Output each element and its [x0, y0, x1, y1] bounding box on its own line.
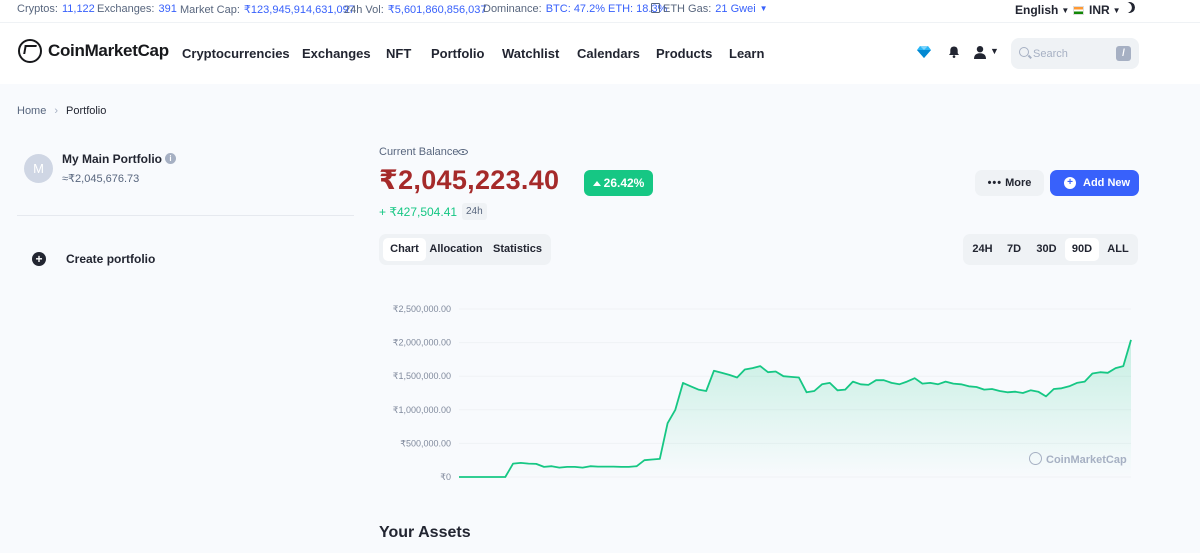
gas-pump-icon	[651, 3, 660, 13]
search-shortcut-key: /	[1116, 46, 1131, 61]
breadcrumb-home[interactable]: Home	[17, 105, 46, 117]
stat-market-cap-label: Market Cap:	[180, 4, 240, 16]
portfolio-avatar: M	[24, 154, 53, 183]
chart-y-tick-label: ₹1,500,000.00	[393, 371, 451, 381]
coinmarketcap-logo[interactable]: CoinMarketCap	[18, 39, 169, 63]
portfolio-total-value: ≈₹2,045,676.73	[62, 173, 140, 185]
chevron-down-icon[interactable]: ▼	[760, 4, 768, 13]
stat-exchanges-label: Exchanges:	[97, 3, 155, 15]
breadcrumb: Home › Portfolio	[17, 105, 106, 117]
chart-watermark: CoinMarketCap	[1029, 452, 1127, 466]
balance-change-value: + ₹427,504.41	[379, 205, 458, 219]
stat-gas-label: ETH Gas:	[663, 3, 712, 15]
plus-icon: +	[1064, 177, 1076, 189]
add-new-label: Add New	[1083, 177, 1131, 189]
nav-products[interactable]: Products	[656, 46, 712, 61]
portfolio-name: My Main Portfolio	[62, 152, 162, 166]
your-assets-heading: Your Assets	[379, 524, 471, 541]
tab-chart[interactable]: Chart	[383, 238, 426, 261]
eye-icon[interactable]	[458, 149, 468, 155]
nav-watchlist[interactable]: Watchlist	[502, 46, 559, 61]
stat-exchanges-value[interactable]: 391	[158, 3, 176, 15]
currency-selector[interactable]: INR ▼	[1073, 3, 1121, 17]
watermark-text: CoinMarketCap	[1046, 454, 1127, 466]
breadcrumb-current: Portfolio	[66, 105, 107, 117]
range-24h[interactable]: 24H	[967, 238, 998, 261]
stat-cryptos: Cryptos: 11,122	[17, 3, 95, 15]
tab-statistics[interactable]: Statistics	[488, 238, 547, 261]
nav-portfolio[interactable]: Portfolio	[431, 46, 484, 61]
stat-volume-value[interactable]: ₹5,601,860,856,037	[388, 4, 487, 16]
user-menu-chevron-icon[interactable]: ▼	[990, 46, 999, 56]
balance-change-percent: 26.42%	[603, 176, 645, 190]
chart-y-tick-label: ₹2,000,000.00	[393, 338, 451, 348]
logo-mark-icon	[18, 39, 42, 63]
india-flag-icon	[1073, 6, 1084, 15]
current-balance-label: Current Balance	[379, 146, 459, 158]
main-header: CoinMarketCap Cryptocurrencies Exchanges…	[0, 23, 1200, 84]
diamond-icon[interactable]	[917, 46, 931, 58]
range-30d[interactable]: 30D	[1030, 238, 1063, 261]
current-balance-value: ₹2,045,223.40	[379, 165, 560, 195]
chart-y-axis: ₹2,500,000.00 ₹2,000,000.00 ₹1,500,000.00 ₹…	[393, 304, 451, 482]
more-button[interactable]: ••• More	[975, 170, 1044, 196]
add-new-button[interactable]: + Add New	[1050, 170, 1139, 196]
view-tabs: Chart Allocation Statistics	[379, 234, 551, 265]
stat-exchanges: Exchanges: 391	[97, 3, 177, 15]
chart-y-tick-label: ₹500,000.00	[400, 438, 451, 448]
search-input[interactable]	[1033, 45, 1113, 62]
nav-nft[interactable]: NFT	[386, 46, 411, 61]
caret-down-icon: ▼	[1061, 6, 1070, 15]
nav-exchanges[interactable]: Exchanges	[302, 46, 371, 61]
stat-volume: 24h Vol: ₹5,601,860,856,037	[344, 3, 487, 16]
chart-y-tick-label: ₹1,000,000.00	[393, 405, 451, 415]
tab-allocation[interactable]: Allocation	[427, 238, 485, 261]
stat-gas: ETH Gas: 21 Gwei ▼	[651, 3, 768, 15]
user-avatar-icon[interactable]	[973, 45, 987, 59]
stat-cryptos-label: Cryptos:	[17, 3, 58, 15]
stat-dominance-label: Dominance:	[483, 3, 542, 15]
sidebar-divider	[17, 215, 354, 216]
info-icon[interactable]: i	[165, 153, 176, 164]
language-label: English	[1015, 3, 1059, 17]
language-selector[interactable]: English ▼	[1015, 3, 1069, 17]
up-arrow-icon	[592, 181, 601, 186]
chevron-right-icon: ›	[54, 105, 59, 117]
watermark-logo-icon	[1029, 452, 1042, 465]
plus-circle-icon: +	[32, 252, 46, 266]
chart-y-tick-label: ₹0	[440, 472, 451, 482]
range-90d[interactable]: 90D	[1065, 238, 1099, 261]
search-icon	[1019, 47, 1029, 57]
nav-learn[interactable]: Learn	[729, 46, 764, 61]
stat-market-cap: Market Cap: ₹123,945,914,631,097	[180, 3, 355, 16]
portfolio-value-chart[interactable]: ₹2,500,000.00 ₹2,000,000.00 ₹1,500,000.00 ₹…	[379, 293, 1139, 483]
logo-text: CoinMarketCap	[48, 41, 169, 60]
stat-dominance: Dominance: BTC: 47.2% ETH: 18.3%	[483, 3, 667, 15]
stat-gas-value[interactable]: 21 Gwei	[715, 3, 755, 15]
stat-cryptos-value[interactable]: 11,122	[62, 3, 95, 15]
notification-bell-icon[interactable]	[948, 46, 960, 58]
search-box[interactable]: /	[1011, 38, 1139, 69]
dark-mode-moon-icon[interactable]	[1122, 0, 1136, 14]
ellipsis-icon: •••	[987, 177, 1003, 189]
more-button-label: More	[1005, 177, 1032, 189]
stat-volume-label: 24h Vol:	[344, 4, 384, 16]
range-all[interactable]: ALL	[1101, 238, 1135, 261]
caret-down-icon: ▼	[1112, 6, 1121, 15]
change-period-badge: 24h	[462, 203, 487, 220]
stat-dominance-value[interactable]: BTC: 47.2% ETH: 18.3%	[546, 3, 668, 15]
time-range-selector: 24H 7D 30D 90D ALL	[963, 234, 1138, 265]
nav-calendars[interactable]: Calendars	[577, 46, 640, 61]
range-7d[interactable]: 7D	[1000, 238, 1028, 261]
global-stats-bar: Cryptos: 11,122 Exchanges: 391 Market Cap:…	[0, 0, 1200, 18]
chart-y-tick-label: ₹2,500,000.00	[393, 304, 451, 314]
create-portfolio-label: Create portfolio	[66, 252, 156, 266]
nav-cryptocurrencies[interactable]: Cryptocurrencies	[182, 46, 290, 61]
balance-change-badge: 26.42%	[584, 170, 653, 196]
stat-market-cap-value[interactable]: ₹123,945,914,631,097	[244, 4, 355, 16]
currency-label: INR	[1089, 3, 1110, 17]
portfolio-page: Home › Portfolio M My Main Portfolio i ≈₹2…	[0, 84, 1200, 553]
